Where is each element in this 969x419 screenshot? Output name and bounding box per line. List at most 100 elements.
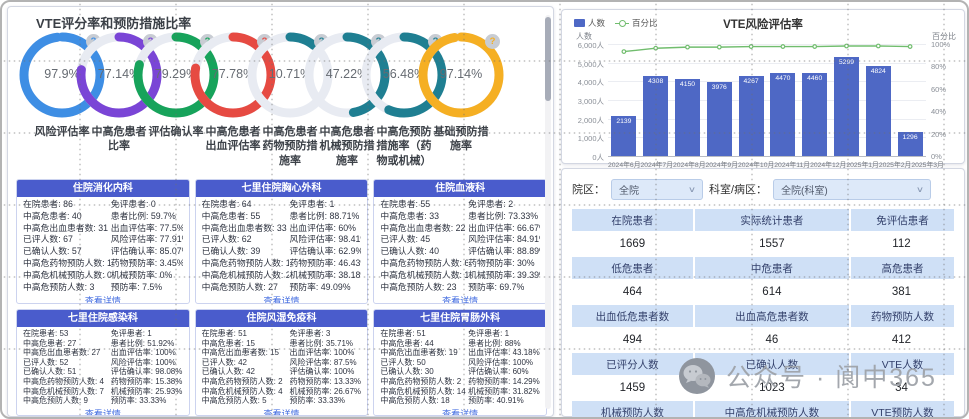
stat-right: 出血评估率: 100% — [110, 348, 176, 358]
region-select[interactable]: 全院 ∨ — [611, 178, 703, 200]
department-card: 住院血液科 在院患者: 55 免评患者: 2 中高危患者: 33 患者比例: 73.33… — [373, 179, 547, 304]
view-detail-link[interactable]: 查看详情 — [17, 294, 189, 303]
line-point — [780, 44, 786, 49]
percent-line-series — [621, 43, 913, 55]
stat-row: 在院患者: 55 免评患者: 2 — [380, 199, 540, 211]
stat-row: 中高危预防人数: 18 预防率: 40.91% — [380, 396, 540, 406]
stat-right: 药物预防率: 30% — [468, 257, 535, 268]
table-value-row: 1669 1557 112 — [572, 233, 954, 257]
view-detail-link[interactable]: 查看详情 — [374, 294, 546, 303]
stat-right: 预防率: 40.91% — [468, 396, 524, 406]
line-point — [875, 43, 881, 49]
stat-row: 中高危药物预防人数: 6 药物预防率: 30% — [380, 258, 540, 270]
help-icon[interactable]: ? — [485, 34, 500, 49]
stat-left: 中高危预防人数: 27 — [201, 281, 278, 292]
view-detail-link[interactable]: 查看详情 — [374, 407, 546, 415]
y-axis-tick-left: 1,000人 — [577, 134, 604, 144]
table-header-row: 在院患者 实际统计患者 免评估患者 — [572, 209, 954, 233]
stat-row: 中高危患者: 55 患者比例: 88.71% — [202, 211, 362, 223]
gauge-value: 97.14% — [439, 67, 483, 81]
stat-right: 机械预防率: 31.82% — [468, 386, 540, 396]
stat-left: 中高危出血患者数: 27 — [23, 348, 101, 358]
stat-left: 已评人数: 45 — [380, 234, 431, 245]
metric-value-cell: 1023 — [694, 377, 851, 401]
stat-row: 中高危患者: 15 患者比例: 35.71% — [202, 339, 362, 349]
table-value-row: 464 614 381 — [572, 281, 954, 305]
stat-row: 中高危药物预防人数: 1 药物预防率: 3.45% — [23, 258, 183, 270]
dept-select[interactable]: 全院(科室) ∨ — [773, 178, 932, 200]
stat-right: 患者比例: 59.7% — [110, 210, 176, 221]
stat-right: 出血评估率: 60% — [289, 222, 356, 233]
stat-right: 药物预防率: 14.29% — [468, 376, 540, 386]
department-card-title: 住院消化内科 — [17, 180, 189, 197]
view-detail-link[interactable]: 查看详情 — [196, 294, 368, 303]
stat-right: 预防率: 7.5% — [110, 281, 163, 292]
stat-right: 患者比例: 51.92% — [110, 338, 175, 348]
department-card-body: 在院患者: 51 免评患者: 1 中高危患者: 44 患者比例: 88% 中高危出血患者… — [374, 327, 546, 406]
stat-row: 中高危出血患者数: 22 出血评估率: 66.67% — [380, 223, 540, 235]
stat-left: 中高危机械预防人数: 14 — [380, 386, 466, 396]
metric-label-cell: VTE人数 — [850, 353, 954, 377]
stat-right: 预防率: 33.33% — [289, 396, 346, 406]
stat-row: 中高危机械预防人数: 13 机械预防率: 39.39% — [380, 270, 540, 282]
stat-row: 中高危出血患者数: 19 出血评估率: 43.18% — [380, 348, 540, 358]
chart-legend: 人数 百分比 — [574, 17, 658, 29]
stat-right: 评估确认率: 60% — [468, 367, 529, 377]
metric-value-cell: 464 — [572, 281, 695, 305]
stat-left: 中高危机械预防人数: 21 — [201, 269, 290, 280]
stat-left: 在院患者: 64 — [201, 199, 252, 209]
stat-row: 中高危机械预防人数: 21 机械预防率: 38.18% — [202, 270, 362, 282]
stat-right: 药物预防率: 13.33% — [289, 376, 362, 386]
stat-row: 已评人数: 50 风险评估率: 100% — [380, 358, 540, 368]
metric-label-cell: 高危患者 — [850, 257, 954, 281]
department-card: 七里住院感染科 在院患者: 53 免评患者: 1 中高危患者: 27 患者比例: 51.… — [16, 309, 190, 416]
scrollbar-thumb[interactable] — [545, 17, 551, 101]
view-detail-link[interactable]: 查看详情 — [17, 407, 189, 415]
stat-right: 风险评估率: 100% — [468, 357, 534, 367]
stat-right: 免评患者: 1 — [110, 329, 152, 338]
gauge-label: 基础预防措施率 — [433, 126, 489, 153]
line-point — [907, 44, 913, 49]
region-filter-label: 院区： — [572, 184, 605, 196]
metric-value-cell: 494 — [572, 329, 695, 353]
gauge-label: 中高危患者机械预防措施率 — [319, 126, 375, 167]
metric-label-cell: 实际统计患者 — [694, 209, 851, 233]
stat-row: 已评人数: 42 风险评估率: 87.5% — [202, 358, 362, 368]
legend-item-percent[interactable]: 百分比 — [615, 17, 658, 29]
department-card-body: 在院患者: 53 免评患者: 1 中高危患者: 27 患者比例: 51.92% 中高危出… — [17, 327, 189, 406]
chart-plot-area: 2139 4308 4150 3976 4267 4470 4460 5299 4824 1296… — [578, 40, 950, 169]
region-select-value: 全院 — [619, 185, 639, 197]
stat-left: 在院患者: 53 — [23, 329, 69, 338]
summary-table: 在院患者 实际统计患者 免评估患者 1669 1557 112 低危患者 中危患者 高危患者 46… — [572, 209, 954, 417]
gauge-ring-labels: 风险评估率 中高危患者比率 评估确认率 中高危患者出血评估率 中高危患者药物预防措施率中… — [8, 125, 553, 177]
stat-left: 中高危出血患者数: 33 — [201, 222, 287, 233]
gauge-label: 中高危患者出血评估率 — [205, 126, 261, 153]
table-header-row: 低危患者 中危患者 高危患者 — [572, 257, 954, 281]
vte-rates-panel: VTE评分率和预防措施比率 97.9%? 77.14%? 79.29%? 77.78%… — [7, 6, 554, 417]
table-header-row: 机械预防人数 中高危机械预防人数 VTE预防人数 — [572, 401, 954, 417]
stat-row: 中高危预防人数: 3 预防率: 7.5% — [23, 282, 183, 294]
metric-label-cell: VTE预防人数 — [850, 401, 954, 417]
department-card-body: 在院患者: 51 免评患者: 3 中高危患者: 15 患者比例: 35.71% 中高危出… — [196, 327, 368, 406]
stat-right: 患者比例: 35.71% — [289, 338, 354, 348]
metric-label-cell: 机械预防人数 — [572, 401, 695, 417]
stat-left: 已评人数: 42 — [201, 357, 247, 367]
stat-right: 出血评估率: 43.18% — [468, 348, 540, 358]
scrollbar-track[interactable] — [545, 15, 551, 409]
stat-row: 在院患者: 64 免评患者: 1 — [202, 199, 362, 211]
y-axis-tick-left: 5,000人 — [577, 59, 604, 69]
stat-row: 在院患者: 51 免评患者: 1 — [380, 329, 540, 339]
stat-left: 中高危出血患者数: 15 — [201, 348, 279, 358]
stat-row: 中高危预防人数: 9 预防率: 33.33% — [23, 396, 183, 406]
metric-value-cell: 1459 — [572, 377, 695, 401]
stat-row: 中高危患者: 33 患者比例: 73.33% — [380, 211, 540, 223]
metric-label-cell: 在院患者 — [572, 209, 695, 233]
metric-label-cell: 中高危机械预防人数 — [694, 401, 851, 417]
stat-right: 风险评估率: 84.91% — [468, 234, 540, 245]
gauge-label: 中高危患者药物预防措施率 — [262, 126, 318, 167]
stat-right: 免评患者: 1 — [289, 199, 335, 209]
stat-left: 在院患者: 51 — [380, 329, 426, 338]
stat-left: 中高危患者: 40 — [23, 210, 82, 221]
legend-item-count[interactable]: 人数 — [574, 17, 605, 29]
view-detail-link[interactable]: 查看详情 — [196, 407, 368, 415]
